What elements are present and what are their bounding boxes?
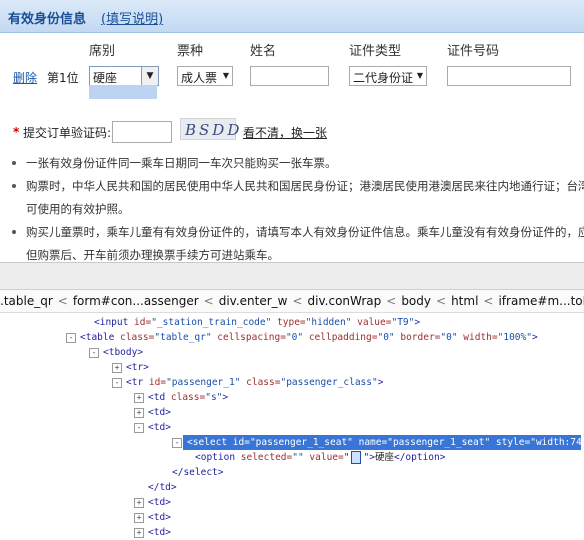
dom-node[interactable]: - <tr id="passenger_1" class="passenger_c… (0, 375, 584, 390)
ticket-type-select[interactable]: 成人票 ▼ (177, 66, 233, 86)
breadcrumb-separator: < (203, 294, 214, 308)
id-number-input[interactable] (447, 66, 571, 86)
id-type-select[interactable]: 二代身份证 ▼ (349, 66, 427, 86)
dom-node-selected[interactable]: - <select id="passenger_1_seat" name="pas… (172, 435, 584, 450)
breadcrumb-separator: < (386, 294, 397, 308)
dropdown-arrow-icon[interactable]: ▼ (141, 67, 158, 85)
section-header: 有效身份信息 (填写说明) (0, 0, 584, 33)
dom-node[interactable]: </td> (0, 480, 584, 495)
column-header-seat: 席别 (89, 44, 116, 59)
captcha-label: 提交订单验证码: (23, 126, 112, 140)
dom-node[interactable]: + <td> (0, 510, 584, 525)
section-title: 有效身份信息 (8, 12, 87, 27)
captcha-input[interactable] (112, 121, 172, 143)
breadcrumb-item[interactable]: div.conWrap (308, 294, 382, 308)
dom-node-markup: <td> (148, 407, 171, 418)
required-star: * (13, 125, 20, 139)
dom-node-markup: <td> (148, 497, 171, 508)
captcha-row: * 提交订单验证码: BSDD 看不清，换一张 (0, 116, 584, 146)
dom-node-markup: <tbody> (103, 347, 144, 358)
dom-node-markup: <td> (148, 512, 171, 523)
notice-item: 一张有效身份证件同一乘车日期同一车次只能购买一张车票。 (10, 152, 584, 175)
passenger-form: 有效身份信息 (填写说明) 席别 票种 姓名 证件类型 证件号码 删除 第1位 … (0, 0, 584, 262)
captcha-image[interactable]: BSDD (180, 118, 239, 140)
dom-node-markup: <tr> (126, 362, 149, 373)
devtools-panel: .table_qr < form#con...assenger < div.enter_… (0, 262, 584, 539)
dom-node-markup: <td> (148, 422, 171, 433)
dom-node[interactable]: - <td> (0, 420, 584, 435)
expand-icon[interactable]: + (112, 363, 122, 373)
dom-node[interactable]: <input id="_station_train_code" type="hi… (0, 315, 584, 330)
ticket-type-value: 成人票 (181, 71, 218, 85)
collapse-icon[interactable]: - (89, 348, 99, 358)
notice-item: 购票时，中华人民共和国的居民使用中华人民共和国居民身份证；港澳居民使用港澳居民来… (10, 175, 584, 198)
breadcrumb-item[interactable]: html (451, 294, 478, 308)
dom-node-markup: <input id="_station_train_code" type="hi… (94, 317, 421, 328)
dom-node[interactable]: - <table class="table_qr" cellspacing="0"… (0, 330, 584, 345)
bullet-icon (12, 184, 16, 188)
breadcrumb-item[interactable]: body (401, 294, 431, 308)
devtools-toolbar (0, 263, 584, 290)
collapse-icon[interactable]: - (66, 333, 76, 343)
breadcrumb-separator: < (57, 294, 68, 308)
dropdown-arrow-icon: ▼ (222, 71, 229, 80)
dom-node[interactable]: + <td> (0, 405, 584, 420)
breadcrumb-item[interactable]: div.enter_w (219, 294, 288, 308)
column-header-ticket-type: 票种 (177, 44, 204, 59)
expand-icon[interactable]: + (134, 498, 144, 508)
breadcrumb-item[interactable]: .table_qr (0, 294, 53, 308)
seat-select-highlight (89, 85, 157, 99)
expand-icon[interactable]: + (134, 513, 144, 523)
dom-node[interactable]: </select> (0, 465, 584, 480)
column-header-name: 姓名 (250, 44, 277, 59)
dom-tree: <input id="_station_train_code" type="hi… (0, 313, 584, 539)
collapse-icon[interactable]: - (134, 423, 144, 433)
dom-node[interactable]: - <tbody> (0, 345, 584, 360)
dom-node[interactable]: + <tr> (0, 360, 584, 375)
notice-item-continued: 可使用的有效护照。 (26, 202, 130, 216)
refresh-captcha-link[interactable]: 看不清，换一张 (243, 124, 327, 141)
dom-node-markup: <tr id="passenger_1" class="passenger_cl… (126, 377, 384, 388)
notice-item: 购买儿童票时，乘车儿童有有效身份证件的，请填写本人有效身份证件信息。乘车儿童没有… (10, 221, 584, 244)
expand-icon[interactable]: + (134, 408, 144, 418)
breadcrumb-item[interactable]: iframe#m...toHeight (498, 294, 584, 308)
seat-select-value: 硬座 (93, 71, 118, 85)
dropdown-arrow-icon: ▼ (416, 71, 423, 80)
fill-help-link[interactable]: (填写说明) (101, 8, 163, 27)
expand-icon[interactable]: + (134, 393, 144, 403)
collapse-icon[interactable]: - (172, 438, 182, 448)
dom-node[interactable]: + <td class="s"> (0, 390, 584, 405)
dom-node-markup: </td> (148, 482, 177, 493)
text-cursor-icon[interactable] (351, 451, 362, 464)
notice-list: 一张有效身份证件同一乘车日期同一车次只能购买一张车票。 购票时，中华人民共和国的… (10, 152, 584, 262)
column-header-id-type: 证件类型 (349, 44, 402, 59)
column-header-id-number: 证件号码 (447, 44, 500, 59)
dom-node-markup: <table class="table_qr" cellspacing="0" … (80, 332, 538, 343)
collapse-icon[interactable]: - (112, 378, 122, 388)
bullet-icon (12, 161, 16, 165)
dom-node-markup: <td class="s"> (148, 392, 229, 403)
expand-icon[interactable]: + (134, 528, 144, 538)
breadcrumb-separator: < (483, 294, 494, 308)
breadcrumb-separator: < (292, 294, 303, 308)
breadcrumb: .table_qr < form#con...assenger < div.enter_… (0, 290, 584, 313)
seat-select[interactable]: 硬座 ▼ (89, 66, 159, 86)
name-input[interactable] (250, 66, 329, 86)
dom-node-markup: <select id="passenger_1_seat" name="pass… (187, 437, 584, 448)
notice-item-continued: 但购票后、开车前须办理换票手续方可进站乘车。 (26, 248, 279, 262)
breadcrumb-item[interactable]: form#con...assenger (73, 294, 199, 308)
delete-passenger-link[interactable]: 删除 (13, 69, 37, 86)
breadcrumb-separator: < (436, 294, 447, 308)
dom-node-markup: </select> (172, 467, 224, 478)
dom-node[interactable]: + <td> (0, 495, 584, 510)
passenger-position: 第1位 (47, 71, 79, 85)
dom-node[interactable]: <option selected="" value=" ">硬座</option> (0, 450, 584, 465)
dom-node-markup: <option selected="" value=" ">硬座</option> (195, 451, 446, 464)
passenger-row: 删除 第1位 硬座 ▼ 成人票 ▼ 二代身份证 ▼ (0, 58, 584, 106)
id-type-value: 二代身份证 (353, 71, 414, 85)
bullet-icon (12, 230, 16, 234)
